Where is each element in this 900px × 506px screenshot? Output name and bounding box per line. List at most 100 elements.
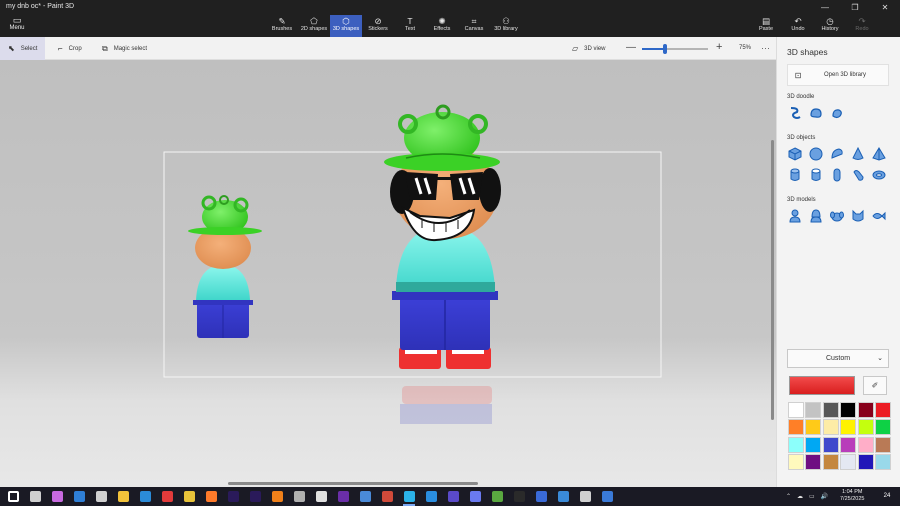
color-swatch[interactable] <box>857 454 874 471</box>
menu-button[interactable]: ▭ Menu <box>4 15 30 31</box>
donut-icon[interactable] <box>850 167 866 183</box>
color-swatch[interactable] <box>840 454 857 471</box>
paint-3d-icon[interactable] <box>404 491 415 502</box>
color-swatch[interactable] <box>857 402 874 418</box>
app-icon-8[interactable] <box>602 491 613 502</box>
color-swatch[interactable] <box>840 402 857 418</box>
color-swatch[interactable] <box>822 454 839 471</box>
tube-icon[interactable] <box>808 167 824 183</box>
more-options-button[interactable]: ··· <box>761 37 770 60</box>
copilot-icon[interactable] <box>52 491 63 502</box>
firefox-icon[interactable] <box>206 491 217 502</box>
terminal-icon[interactable] <box>514 491 525 502</box>
horizontal-scrollbar[interactable] <box>228 482 478 485</box>
notification-button[interactable]: 24 <box>880 490 894 503</box>
tool-2d-shapes[interactable]: ⬠ 2D shapes <box>298 15 330 37</box>
woman-icon[interactable] <box>808 208 824 224</box>
clock[interactable]: 1:04 PM 7/25/2025 <box>840 489 864 503</box>
3d-view-toggle[interactable]: ▱ 3D view <box>572 37 606 60</box>
zoom-slider[interactable] <box>642 44 708 54</box>
color-swatch[interactable] <box>788 454 804 471</box>
tool-canvas[interactable]: ⌗ Canvas <box>458 15 490 37</box>
close-button[interactable]: ✕ <box>870 0 900 14</box>
tool-3d-shapes[interactable]: ⬡ 3D shapes <box>330 15 362 37</box>
premiere-icon[interactable] <box>250 491 261 502</box>
dog-icon[interactable] <box>829 208 845 224</box>
app-icon-5[interactable] <box>536 491 547 502</box>
large-character-model[interactable] <box>384 104 501 369</box>
zoom-value[interactable]: 75% <box>739 37 751 60</box>
tool-3d-library[interactable]: ⚇ 3D library <box>490 15 522 37</box>
task-view-icon[interactable] <box>30 491 41 502</box>
color-swatch[interactable] <box>788 436 804 453</box>
minecraft-icon[interactable] <box>492 491 503 502</box>
calculator-icon[interactable] <box>96 491 107 502</box>
eyedropper-button[interactable]: ✐ <box>863 376 887 395</box>
magic-select-button[interactable]: ⧉ Magic select <box>94 37 155 60</box>
redo-button[interactable]: ↷ Redo <box>846 15 878 37</box>
discord-icon[interactable] <box>470 491 481 502</box>
start-icon[interactable] <box>8 491 19 502</box>
color-swatch[interactable] <box>788 402 804 418</box>
color-swatch[interactable] <box>805 402 822 418</box>
app-icon-4[interactable] <box>448 491 459 502</box>
blender-icon[interactable] <box>272 491 283 502</box>
volume-icon[interactable]: 🔊 <box>821 493 828 500</box>
hemisphere-icon[interactable] <box>829 146 845 162</box>
tool-text[interactable]: T Text <box>394 15 426 37</box>
roblox-icon[interactable] <box>316 491 327 502</box>
network-icon[interactable]: ▭ <box>809 493 815 500</box>
color-swatch[interactable] <box>874 436 891 453</box>
edge-icon[interactable] <box>140 491 151 502</box>
onedrive-icon[interactable]: ☁ <box>797 493 803 500</box>
vertical-scrollbar[interactable] <box>771 140 774 420</box>
zoom-out-button[interactable]: — <box>626 42 636 53</box>
zoom-slider-thumb[interactable] <box>663 44 668 54</box>
tool-stickers[interactable]: ⊘ Stickers <box>362 15 394 37</box>
fish-icon[interactable] <box>871 208 887 224</box>
crop-button[interactable]: ⌐ Crop <box>50 37 90 60</box>
tube-doodle-icon[interactable] <box>829 105 845 121</box>
cylinder-icon[interactable] <box>787 167 803 183</box>
color-swatch[interactable] <box>788 419 804 436</box>
color-swatch[interactable] <box>822 436 839 453</box>
cone-icon[interactable] <box>850 146 866 162</box>
open-3d-library-button[interactable]: ⊡ Open 3D library <box>787 64 889 86</box>
opera-icon[interactable] <box>162 491 173 502</box>
file-explorer-icon[interactable] <box>118 491 129 502</box>
color-mode-dropdown[interactable]: Custom ⌄ <box>787 349 889 368</box>
sphere-icon[interactable] <box>808 146 824 162</box>
color-swatch[interactable] <box>805 436 822 453</box>
chrome-icon[interactable] <box>184 491 195 502</box>
cube-icon[interactable] <box>787 146 803 162</box>
color-swatch[interactable] <box>874 419 891 436</box>
animate-icon[interactable] <box>228 491 239 502</box>
color-swatch[interactable] <box>874 454 891 471</box>
color-swatch[interactable] <box>840 419 857 436</box>
color-swatch[interactable] <box>822 402 839 418</box>
vscode-icon[interactable] <box>426 491 437 502</box>
tool-effects[interactable]: ✺ Effects <box>426 15 458 37</box>
current-color-swatch[interactable] <box>789 376 855 395</box>
color-swatch[interactable] <box>857 436 874 453</box>
app-icon-7[interactable] <box>580 491 591 502</box>
app-icon-6[interactable] <box>558 491 569 502</box>
app-icon-3[interactable] <box>382 491 393 502</box>
color-swatch[interactable] <box>805 454 822 471</box>
minimize-button[interactable]: — <box>810 0 840 14</box>
app-icon-2[interactable] <box>338 491 349 502</box>
tool-brushes[interactable]: ✎ Brushes <box>266 15 298 37</box>
history-button[interactable]: ◷ History <box>814 15 846 37</box>
paste-button[interactable]: ▤ Paste <box>750 15 782 37</box>
torus-icon[interactable] <box>871 167 887 183</box>
small-character-model[interactable] <box>188 195 262 338</box>
select-button[interactable]: ⬉ Select <box>0 37 46 60</box>
color-swatch[interactable] <box>822 419 839 436</box>
color-swatch[interactable] <box>805 419 822 436</box>
color-swatch[interactable] <box>857 419 874 436</box>
paint-icon[interactable] <box>360 491 371 502</box>
cat-icon[interactable] <box>850 208 866 224</box>
pyramid-icon[interactable] <box>871 146 887 162</box>
app-icon[interactable] <box>294 491 305 502</box>
show-hidden-icons-icon[interactable]: ⌃ <box>786 493 791 500</box>
